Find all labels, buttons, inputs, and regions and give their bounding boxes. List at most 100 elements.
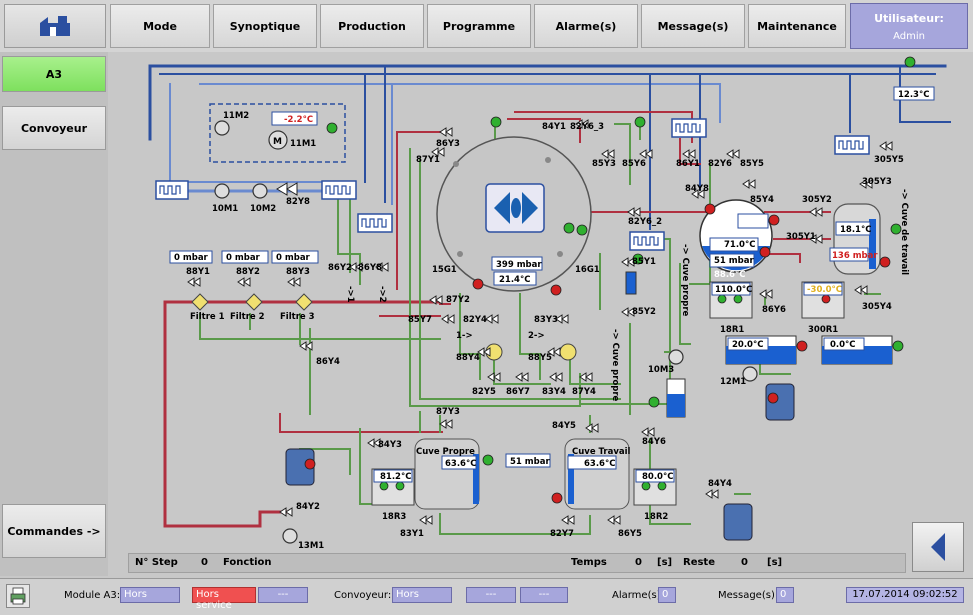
tag-82y7: 82Y7: [550, 529, 574, 539]
heater-18r2-temp: 80.0°C: [642, 472, 673, 482]
heater-300r1-temp: -30.0°C: [807, 285, 842, 295]
tag-15g1: 15G1: [432, 265, 457, 275]
time-label: Temps: [571, 557, 607, 568]
cuve-travail-temp: 63.6°C: [584, 459, 615, 469]
top-menu-bar: Mode Synoptique Production Programme Ala…: [0, 0, 973, 52]
tag-88y5: 88Y5: [528, 353, 552, 363]
tag-87y3: 87Y3: [436, 407, 460, 417]
print-button[interactable]: [6, 584, 30, 608]
tag-305y1: 305Y1: [786, 232, 816, 242]
filter-2[interactable]: [245, 293, 263, 311]
user-name: Admin: [893, 31, 925, 42]
tag-84y4: 84Y4: [708, 479, 732, 489]
alarms-count[interactable]: 0: [658, 587, 676, 603]
tag-83y1: 83Y1: [400, 529, 424, 539]
heat-exchanger-5[interactable]: [629, 231, 665, 251]
tag-85y5: 85Y5: [740, 159, 764, 169]
tag-10m3: 10M3: [648, 365, 674, 375]
back-button[interactable]: [912, 522, 964, 572]
sidebar-item-convoyeur[interactable]: Convoyeur: [2, 106, 106, 150]
tag-86y5: 86Y5: [618, 529, 642, 539]
heat-exchanger-6[interactable]: [834, 135, 870, 155]
tag-13m1: 13M1: [298, 541, 324, 550]
conveyor-label: Convoyeur:: [334, 590, 392, 601]
r1-pressure: 51 mbar: [714, 256, 754, 266]
tag-85y4: 85Y4: [750, 195, 774, 205]
pressure-88y3: 0 mbar: [276, 253, 311, 263]
user-box[interactable]: Utilisateur: Admin: [850, 3, 968, 49]
step-bar: N° Step 0 Fonction Temps 0 [s] Reste 0 […: [128, 553, 906, 573]
tag-87y4: 87Y4: [572, 387, 596, 397]
sidebar-item-a3[interactable]: A3: [2, 56, 106, 92]
tag-300r1: 300R1: [808, 325, 838, 335]
tank1-temp: 20.0°C: [732, 340, 763, 350]
pump-10m1[interactable]: [214, 183, 230, 199]
tag-84y5: 84Y5: [552, 421, 576, 431]
menu-maintenance[interactable]: Maintenance: [748, 4, 846, 48]
printer-icon: [10, 587, 26, 605]
process-diagram: M 12.3°C -2.2°C 0 mbar 0 mbar 0 mbar 399…: [148, 56, 951, 551]
step-value: 0: [201, 557, 208, 568]
tag-18r3: 18R3: [382, 512, 406, 522]
menu-programme[interactable]: Programme: [427, 4, 531, 48]
tag-82y8: 82Y8: [286, 197, 310, 207]
tag-84y6: 84Y6: [642, 437, 666, 447]
heater-18r1-temp: 110.0°C: [715, 285, 752, 295]
tag-10m1: 10M1: [212, 204, 238, 214]
module-status: Hors: [120, 587, 180, 603]
pump-10m2[interactable]: [252, 183, 268, 199]
temp-outside: 12.3°C: [898, 90, 929, 100]
pump-11m2[interactable]: [214, 120, 230, 136]
tag-88y4: 88Y4: [456, 353, 480, 363]
tag-16g1: 16G1: [575, 265, 600, 275]
tag-82y6: 82Y6: [708, 159, 732, 169]
messages-label: Message(s):: [718, 590, 779, 601]
tag-11m1: 11M1: [290, 139, 316, 149]
tag-85y1: 85Y1: [632, 257, 656, 267]
svg-text:M: M: [273, 137, 282, 147]
tag-305y2: 305Y2: [802, 195, 832, 205]
heat-exchanger-4[interactable]: [671, 118, 707, 138]
cuve-propre-label: Cuve Propre: [416, 447, 475, 457]
menu-alarmes[interactable]: Alarme(s): [534, 4, 638, 48]
rest-label: Reste: [683, 557, 715, 568]
tag-86y6: 86Y6: [762, 305, 786, 315]
tag-88y3: 88Y3: [286, 267, 310, 277]
tag-84y1: 84Y1: [542, 122, 566, 132]
pump-13m1[interactable]: [282, 528, 298, 544]
tag-85y2: 85Y2: [632, 307, 656, 317]
tag-84y8: 84Y8: [685, 184, 709, 194]
cuve-travail-vertical: -> Cuve de travail: [899, 189, 909, 275]
home-button[interactable]: [4, 4, 106, 48]
drum-3[interactable]: [723, 503, 753, 541]
status-field-3: ---: [520, 587, 568, 603]
tag-86y1: 86Y1: [676, 159, 700, 169]
menu-messages[interactable]: Message(s): [641, 4, 745, 48]
commandes-button[interactable]: Commandes ->: [2, 504, 106, 558]
heat-exchanger-2[interactable]: [321, 180, 357, 200]
heat-exchanger-3[interactable]: [357, 213, 393, 233]
menu-production[interactable]: Production: [320, 4, 424, 48]
filter-1[interactable]: [191, 293, 209, 311]
module-label: Module A3:: [64, 590, 121, 601]
tag-85y7: 85Y7: [408, 315, 432, 325]
menu-synoptique[interactable]: Synoptique: [213, 4, 317, 48]
tag-82y4: 82Y4: [463, 315, 487, 325]
pump-10m3[interactable]: [668, 349, 684, 365]
tag-305y3: 305Y3: [862, 177, 892, 187]
tag-86y2: 86Y2: [328, 263, 352, 273]
pressure-88y1: 0 mbar: [174, 253, 209, 263]
tag-82y6-2: 82Y6_2: [628, 217, 662, 227]
tag-v2: ->2: [377, 286, 387, 303]
tag-83y3: 83Y3: [534, 315, 558, 325]
cuve-propre-vertical-2: -> Cuve propre: [610, 329, 620, 402]
cuve-propre-temp: 63.6°C: [445, 459, 476, 469]
tag-305y5: 305Y5: [874, 155, 904, 165]
tag-86y8: 86Y8: [358, 263, 382, 273]
menu-mode[interactable]: Mode: [110, 4, 210, 48]
tag-85y6: 85Y6: [622, 159, 646, 169]
messages-count[interactable]: 0: [776, 587, 794, 603]
rest-value: 0: [741, 557, 748, 568]
cuve-travail-label: Cuve Travail: [572, 447, 631, 457]
filter-3[interactable]: [295, 293, 313, 311]
